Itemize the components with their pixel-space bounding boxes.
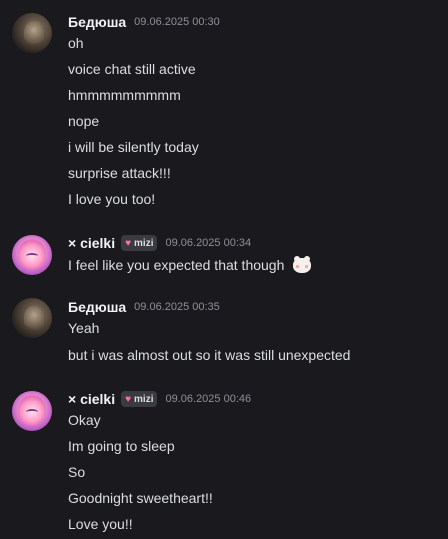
timestamp: 09.06.2025 00:30 [134,16,220,28]
message-text: Okay [68,412,101,428]
username[interactable]: × cielki [68,235,115,251]
cat-sticker-icon[interactable] [292,255,312,275]
message-header: × cielki ♥ mizi 09.06.2025 00:34 [68,233,251,253]
chat-messages: Бедюша 09.06.2025 00:30 oh voice chat st… [0,0,448,539]
message-text: hmmmmmmmmm [68,87,181,103]
user-tag[interactable]: ♥ mizi [121,235,158,251]
username[interactable]: Бедюша [68,299,126,315]
message-text: nope [68,113,100,129]
message-header: × cielki ♥ mizi 09.06.2025 00:46 [68,389,251,409]
heart-icon: ♥ [125,237,132,249]
message-text: Goodnight sweetheart!! [68,490,213,506]
timestamp: 09.06.2025 00:35 [134,301,220,313]
message-text: voice chat still active [68,61,196,77]
message-text: surprise attack!!! [68,165,171,181]
username[interactable]: × cielki [68,391,115,407]
message-text: I feel like you expected that though [68,257,285,273]
message-text: Love you!! [68,516,133,532]
avatar[interactable] [12,298,52,338]
avatar[interactable] [12,13,52,53]
message-text-row: I feel like you expected that though [68,255,312,275]
message-text: I love you too! [68,191,156,207]
message-text: i will be silently today [68,139,199,155]
heart-icon: ♥ [125,393,132,405]
message-text: oh [68,35,84,51]
message-text: So [68,464,86,480]
message-text: Yeah [68,320,100,336]
user-tag-label: mizi [134,237,154,249]
user-tag-label: mizi [134,393,154,405]
username[interactable]: Бедюша [68,14,126,30]
message-header: Бедюша 09.06.2025 00:35 [68,297,220,317]
message-text: but i was almost out so it was still une… [68,347,351,363]
message-text: Im going to sleep [68,438,175,454]
timestamp: 09.06.2025 00:46 [165,393,252,405]
user-tag[interactable]: ♥ mizi [121,391,158,407]
timestamp: 09.06.2025 00:34 [165,237,252,249]
avatar[interactable] [12,235,52,275]
message-header: Бедюша 09.06.2025 00:30 [68,12,220,32]
avatar[interactable] [12,391,52,431]
